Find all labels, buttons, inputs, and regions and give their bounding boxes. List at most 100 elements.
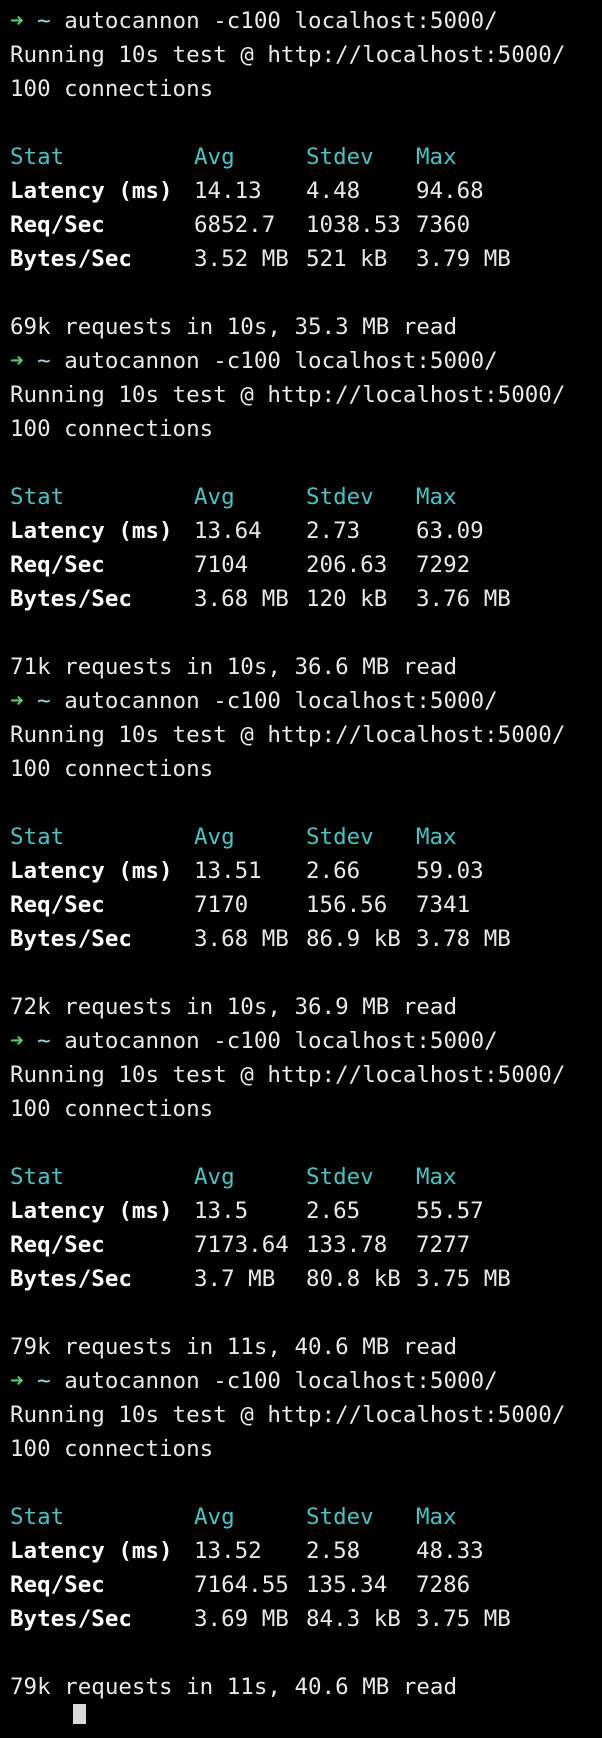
stats-header-cell: Avg <box>194 144 235 170</box>
stats-header: Stat Avg Stdev Max <box>10 820 602 854</box>
stats-header: Stat Avg Stdev Max <box>10 140 602 174</box>
stats-row-label: Req/Sec <box>10 1572 105 1598</box>
connections-text: 100 connections <box>10 416 214 442</box>
stats-header-cell: Max <box>416 1504 457 1530</box>
stats-value: 3.79 MB <box>416 246 511 272</box>
stats-value: 80.8 kB <box>306 1266 401 1292</box>
stats-value: 3.69 MB <box>194 1606 289 1632</box>
stats-value: 94.68 <box>416 178 484 204</box>
stats-row: Bytes/Sec 3.52 MB 521 kB 3.79 MB <box>10 242 602 276</box>
stats-header-cell: Avg <box>194 484 235 510</box>
stats-value: 7292 <box>416 552 471 578</box>
connections-line: 100 connections <box>10 752 602 786</box>
running-text: Running 10s test @ http://localhost:5000… <box>10 382 566 408</box>
stats-row: Bytes/Sec 3.7 MB 80.8 kB 3.75 MB <box>10 1262 602 1296</box>
stats-value: 14.13 <box>194 178 262 204</box>
stats-row: Req/Sec 7104 206.63 7292 <box>10 548 602 582</box>
stats-value: 3.78 MB <box>416 926 511 952</box>
stats-row: Latency (ms) 14.13 4.48 94.68 <box>10 174 602 208</box>
stats-header: Stat Avg Stdev Max <box>10 1500 602 1534</box>
stats-value: 3.52 MB <box>194 246 289 272</box>
running-line: Running 10s test @ http://localhost:5000… <box>10 718 602 752</box>
summary-text: 79k requests in 11s, 40.6 MB read <box>10 1674 458 1700</box>
stats-value: 13.51 <box>194 858 262 884</box>
stats-value: 7341 <box>416 892 471 918</box>
stats-value: 7360 <box>416 212 471 238</box>
connections-line: 100 connections <box>10 1092 602 1126</box>
stats-value: 521 kB <box>306 246 388 272</box>
stats-header-cell: Stdev <box>306 144 374 170</box>
stats-value: 7286 <box>416 1572 471 1598</box>
command-text: autocannon -c100 localhost:5000/ <box>64 348 498 374</box>
stats-value: 48.33 <box>416 1538 484 1564</box>
stats-row-label: Req/Sec <box>10 1232 105 1258</box>
stats-value: 7104 <box>194 552 249 578</box>
stats-row-label: Latency (ms) <box>10 178 173 204</box>
prompt-line: ➜ ~ autocannon -c100 localhost:5000/ <box>10 1364 602 1398</box>
stats-value: 206.63 <box>306 552 388 578</box>
prompt-arrow-icon: ➜ <box>10 348 24 374</box>
stats-row-label: Latency (ms) <box>10 1198 173 1224</box>
cursor-line <box>10 1704 602 1738</box>
stats-row-label: Latency (ms) <box>10 1538 173 1564</box>
prompt-directory: ~ <box>37 688 51 714</box>
connections-text: 100 connections <box>10 1436 214 1462</box>
running-line: Running 10s test @ http://localhost:5000… <box>10 1058 602 1092</box>
stats-value: 3.75 MB <box>416 1606 511 1632</box>
stats-row: Bytes/Sec 3.69 MB 84.3 kB 3.75 MB <box>10 1602 602 1636</box>
connections-line: 100 connections <box>10 72 602 106</box>
stats-value: 7164.55 <box>194 1572 289 1598</box>
stats-header-cell: Stat <box>10 484 65 510</box>
stats-header-cell: Stat <box>10 1164 65 1190</box>
prompt-directory: ~ <box>37 348 51 374</box>
stats-header: Stat Avg Stdev Max <box>10 1160 602 1194</box>
prompt-line: ➜ ~ autocannon -c100 localhost:5000/ <box>10 684 602 718</box>
connections-line: 100 connections <box>10 1432 602 1466</box>
stats-value: 55.57 <box>416 1198 484 1224</box>
summary-text: 69k requests in 10s, 35.3 MB read <box>10 314 458 340</box>
stats-value: 13.64 <box>194 518 262 544</box>
stats-header-cell: Max <box>416 484 457 510</box>
stats-value: 3.68 MB <box>194 586 289 612</box>
stats-row: Req/Sec 7173.64 133.78 7277 <box>10 1228 602 1262</box>
summary-line: 71k requests in 10s, 36.6 MB read <box>10 650 602 684</box>
stats-value: 3.76 MB <box>416 586 511 612</box>
prompt-directory: ~ <box>37 1028 51 1054</box>
stats-row: Req/Sec 7164.55 135.34 7286 <box>10 1568 602 1602</box>
stats-header-cell: Stdev <box>306 824 374 850</box>
prompt-directory: ~ <box>37 1368 51 1394</box>
command-text: autocannon -c100 localhost:5000/ <box>64 1368 498 1394</box>
prompt-line: ➜ ~ autocannon -c100 localhost:5000/ <box>10 4 602 38</box>
stats-row: Latency (ms) 13.51 2.66 59.03 <box>10 854 602 888</box>
stats-value: 84.3 kB <box>306 1606 401 1632</box>
stats-row-label: Latency (ms) <box>10 518 173 544</box>
stats-row-label: Bytes/Sec <box>10 1606 132 1632</box>
stats-header-cell: Stat <box>10 1504 65 1530</box>
stats-value: 59.03 <box>416 858 484 884</box>
stats-header-cell: Stat <box>10 824 65 850</box>
prompt-arrow-icon: ➜ <box>10 8 24 34</box>
prompt-line: ➜ ~ autocannon -c100 localhost:5000/ <box>10 1024 602 1058</box>
stats-value: 3.7 MB <box>194 1266 276 1292</box>
stats-value: 120 kB <box>306 586 388 612</box>
stats-row-label: Req/Sec <box>10 212 105 238</box>
stats-value: 3.75 MB <box>416 1266 511 1292</box>
stats-value: 7170 <box>194 892 249 918</box>
stats-value: 2.65 <box>306 1198 361 1224</box>
stats-value: 133.78 <box>306 1232 388 1258</box>
terminal-window[interactable]: ➜ ~ autocannon -c100 localhost:5000/Runn… <box>0 0 602 1724</box>
summary-text: 71k requests in 10s, 36.6 MB read <box>10 654 458 680</box>
stats-row-label: Bytes/Sec <box>10 246 132 272</box>
stats-header-cell: Avg <box>194 1504 235 1530</box>
stats-header-cell: Max <box>416 144 457 170</box>
prompt-line: ➜ ~ autocannon -c100 localhost:5000/ <box>10 344 602 378</box>
